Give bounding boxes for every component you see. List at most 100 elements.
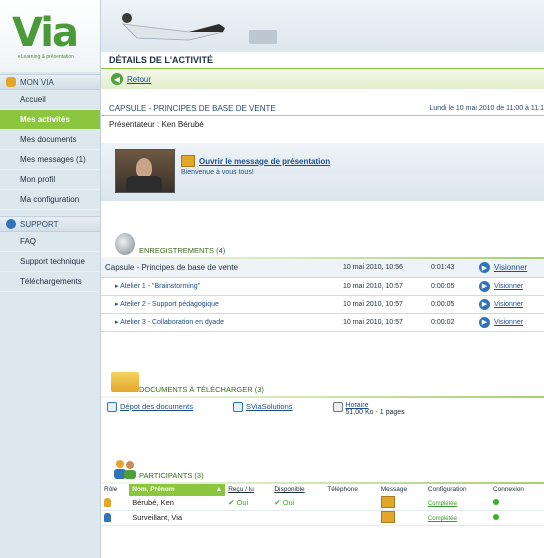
logo[interactable]: Via eLearning & présentation <box>0 0 100 72</box>
video-thumbnail[interactable] <box>115 149 175 193</box>
view-link[interactable]: Visionner <box>494 301 523 308</box>
globe-icon <box>232 401 243 412</box>
divider <box>101 257 544 259</box>
presenter-body <box>126 176 162 192</box>
presenter-face <box>136 158 152 178</box>
recording-duration: 0:00:02 <box>431 318 455 326</box>
back-arrow-icon[interactable]: ◀ <box>111 73 123 85</box>
header-banner <box>101 0 544 52</box>
capsule-header: CAPSULE - PRINCIPES DE BASE DE VENTE Lun… <box>101 101 544 116</box>
sidebar-item-ma-configuration[interactable]: Ma configuration <box>0 190 100 210</box>
document-meta: 51,00 Ko - 1 pages <box>345 408 405 416</box>
sidebar-item-telechargements[interactable]: Téléchargements <box>0 272 100 292</box>
message-cell <box>377 510 425 526</box>
documents-header: DOCUMENTS À TÉLÉCHARGER (3) <box>101 362 544 398</box>
capsule-title: CAPSULE - PRINCIPES DE BASE DE VENTE <box>109 103 276 113</box>
phone-cell <box>324 510 378 526</box>
recu-cell <box>225 510 272 526</box>
capsule-date: Lundi le 10 mai 2010 de 11:00 à 11:1 <box>429 104 544 112</box>
recordings-header: ENREGISTREMENTS (4) <box>101 223 544 259</box>
col-recu[interactable]: Reçu / lu <box>225 484 271 496</box>
webcam-icon <box>115 233 135 255</box>
sidebar: Via eLearning & présentation MON VIA Acc… <box>0 0 101 558</box>
message-icon[interactable] <box>380 510 395 523</box>
dispo-value: Oui <box>282 498 295 507</box>
config-link[interactable]: Complétée <box>428 501 457 507</box>
role-cell <box>101 495 130 511</box>
sidebar-item-accueil[interactable]: Accueil <box>0 90 100 110</box>
back-bar: ◀ Retour <box>101 69 544 89</box>
divider <box>101 395 544 398</box>
folder-icon <box>111 371 139 392</box>
participant-name: Bérubé, Ken <box>129 495 226 511</box>
view-button[interactable]: ▶ Visionner <box>479 298 523 310</box>
col-role[interactable]: Rôle <box>101 484 129 496</box>
document-link[interactable]: SViaSolutions <box>246 402 293 411</box>
sidebar-item-support-technique[interactable]: Support technique <box>0 252 100 272</box>
back-link[interactable]: Retour <box>127 75 151 84</box>
view-button[interactable]: ▶ Visionner <box>479 280 523 292</box>
sort-up-icon: ▲ <box>215 486 223 493</box>
recording-duration: 0:01:43 <box>431 264 455 272</box>
recording-name: ▸ Atelier 1 - "Brainstorming" <box>115 283 201 290</box>
sidebar-item-mes-documents[interactable]: Mes documents <box>0 130 100 150</box>
phone-cell <box>324 495 378 511</box>
app-frame: Via eLearning & présentation MON VIA Acc… <box>0 0 544 558</box>
sidebar-item-mon-profil[interactable]: Mon profil <box>0 170 100 190</box>
message-icon[interactable] <box>380 495 395 508</box>
message-cell <box>377 495 425 511</box>
sidebar-item-faq[interactable]: FAQ <box>0 232 100 252</box>
view-button[interactable]: ▶ Visionner <box>479 262 527 274</box>
welcome-text: Bienvenue à vous tous! <box>181 169 254 176</box>
online-status-icon <box>492 514 499 520</box>
sidebar-item-mes-activites[interactable]: Mes activités <box>0 110 100 130</box>
participants-table: Rôle Nom, Prénom ▲ Reçu / lu Disponible … <box>101 483 544 526</box>
view-link[interactable]: Visionner <box>494 319 523 326</box>
open-message-link[interactable]: Ouvrir le message de présentation <box>199 157 330 166</box>
role-cell <box>101 510 130 526</box>
recording-name: ▸ Atelier 3 - Collaboration en dyade <box>115 319 224 326</box>
document-item-horaire[interactable]: Horaire 51,00 Ko - 1 pages <box>332 401 405 416</box>
col-name[interactable]: Nom, Prénom ▲ <box>129 483 226 496</box>
connexion-cell <box>489 510 544 526</box>
table-row: ▸ Atelier 3 - Collaboration en dyade 10 … <box>101 313 544 331</box>
view-button[interactable]: ▶ Visionner <box>479 316 523 328</box>
col-connexion: Connexion <box>492 486 525 493</box>
documents-list: Dépot des documents SViaSolutions Horair… <box>101 401 544 422</box>
document-link[interactable]: Horaire <box>346 402 405 409</box>
sidebar-item-mes-messages[interactable]: Mes messages (1) <box>0 150 100 170</box>
help-icon <box>6 219 16 229</box>
presenter-label: Présentateur : Ken Bérubé <box>109 120 204 129</box>
document-item[interactable]: SViaSolutions <box>232 401 293 412</box>
participant-name: Surveillant, Via <box>129 510 226 526</box>
play-icon: ▶ <box>479 262 490 274</box>
view-link[interactable]: Visionner <box>494 283 523 290</box>
recu-value: Oui <box>236 498 249 507</box>
col-message: Message <box>380 486 408 493</box>
view-cell: ▶ Visionner <box>475 295 544 313</box>
recording-duration: 0:00:05 <box>431 282 455 290</box>
online-status-icon <box>492 499 499 505</box>
participants-header: PARTICIPANTS (3) <box>101 448 544 484</box>
view-link[interactable]: Visionner <box>494 263 527 272</box>
config-link[interactable]: Complétée <box>428 516 457 522</box>
config-cell: Complétée <box>424 495 490 511</box>
user-icon <box>6 77 16 87</box>
recording-name-text: Atelier 1 - "Brainstorming" <box>120 283 201 290</box>
table-row: Surveillant, Via Complétée <box>101 510 544 526</box>
participant-role-icon <box>104 513 111 523</box>
section-header-mon-via: MON VIA <box>0 74 100 90</box>
logo-tagline: eLearning & présentation <box>18 54 74 60</box>
section-label: SUPPORT <box>20 219 59 229</box>
play-icon: ▶ <box>479 280 490 292</box>
recording-duration: 0:00:05 <box>431 300 455 308</box>
recording-name: Capsule - Principes de base de vente <box>105 263 238 273</box>
play-icon: ▶ <box>479 298 490 310</box>
document-link[interactable]: Dépot des documents <box>120 402 193 411</box>
participants-icon <box>114 459 136 479</box>
document-item[interactable]: Dépot des documents <box>107 401 193 412</box>
col-disponible[interactable]: Disponible <box>271 484 324 496</box>
documents-title: DOCUMENTS À TÉLÉCHARGER (3) <box>139 384 264 394</box>
connexion-cell <box>489 495 544 511</box>
message-icon <box>181 155 195 167</box>
